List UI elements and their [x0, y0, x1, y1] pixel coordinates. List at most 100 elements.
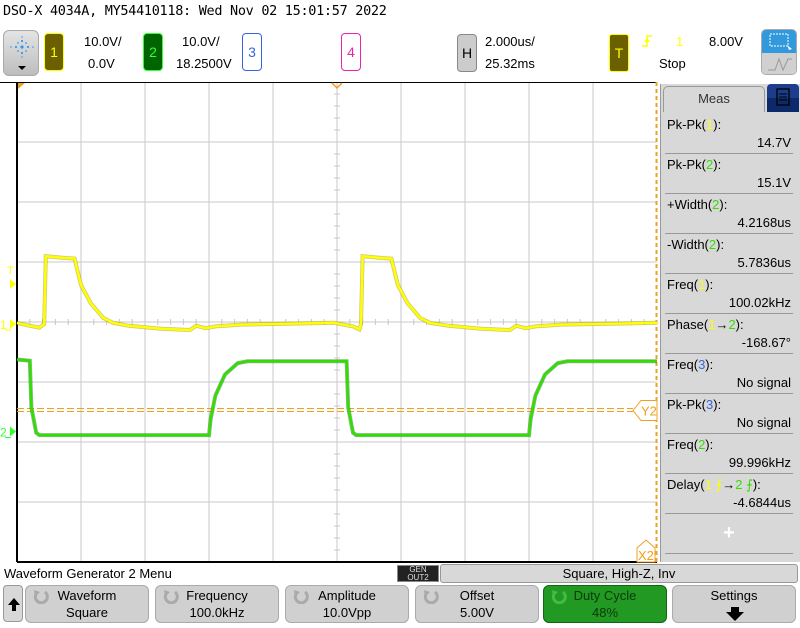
ch2-scale: 10.0V/: [182, 34, 220, 49]
softkey-label: Settings: [710, 588, 758, 603]
measurement-name: -Width(: [667, 237, 709, 252]
touch-mode-button[interactable]: [761, 29, 797, 75]
measurement-suffix: ):: [705, 277, 714, 292]
keysight-logo-icon: [10, 36, 34, 70]
measurement-suffix: ):: [705, 437, 714, 452]
measurement-source-2: 2 ⨍: [735, 477, 753, 492]
measurement-value: 99.996kHz: [728, 455, 791, 470]
meas-tab[interactable]: Meas: [663, 86, 765, 112]
channel-4-button[interactable]: 4: [341, 33, 361, 71]
measurement-suffix: ):: [705, 357, 714, 372]
measurement-item[interactable]: Freq(2): 99.996kHz: [665, 434, 793, 474]
waveform-display[interactable]: Y2 X2 1 2 T: [0, 81, 660, 564]
measurement-label: Phase(1→2):: [667, 317, 744, 332]
measurement-name: Freq(: [667, 357, 699, 372]
measurement-item[interactable]: Phase(1→2): -168.67°: [665, 314, 793, 354]
zoom-box-icon: [769, 33, 792, 50]
measurement-value: 15.1V: [757, 175, 791, 190]
measurement-value: -168.67°: [741, 335, 791, 350]
channel-1-button[interactable]: 1: [44, 33, 64, 71]
measurement-item[interactable]: Freq(3): No signal: [665, 354, 793, 394]
measurement-item[interactable]: Pk-Pk(2): 15.1V: [665, 154, 793, 194]
measurement-suffix: ):: [719, 197, 728, 212]
measurement-suffix: ):: [752, 477, 761, 492]
measurement-value: 100.02kHz: [728, 295, 791, 310]
measurement-name: Pk-Pk(: [667, 117, 706, 132]
trigger-left-marker: [18, 83, 25, 89]
ch1-ground-marker-icon: [10, 319, 16, 329]
main-menu-button[interactable]: [3, 30, 39, 76]
menu-list-icon: [776, 88, 790, 106]
measurement-label: -Width(2):: [667, 237, 724, 252]
measurement-list: Pk-Pk(1): 14.7V Pk-Pk(2): 15.1V +Width(2): 4.…: [665, 114, 793, 554]
softkey-frequency[interactable]: Frequency 100.0kHz: [155, 585, 279, 623]
softkey-offset[interactable]: Offset 5.00V: [415, 585, 539, 623]
arrow-down-icon: [726, 607, 744, 621]
softkey-label: Offset: [459, 588, 495, 603]
measurement-label: Pk-Pk(1):: [667, 117, 721, 132]
softkey-duty-cycle[interactable]: Duty Cycle 48%: [543, 585, 667, 623]
measurement-suffix: ):: [713, 157, 722, 172]
softkey-label: Frequency: [186, 588, 248, 603]
ch1-scale: 10.0V/: [84, 34, 122, 49]
cursor-x2-label: X2: [638, 548, 654, 563]
ch1-offset: 0.0V: [88, 56, 115, 71]
chevron-down-icon: [18, 66, 26, 70]
trigger-level-icon: [10, 279, 16, 289]
measurement-suffix: ):: [735, 317, 744, 332]
softkey-value: Square: [66, 605, 108, 620]
back-up-button[interactable]: [3, 585, 23, 622]
measurement-value: 4.2168us: [737, 215, 792, 230]
measurement-value: No signal: [736, 415, 791, 430]
meas-tab-label: Meas: [698, 91, 730, 106]
measurement-label: Freq(3):: [667, 357, 713, 372]
trigger-button[interactable]: T: [609, 34, 629, 72]
waveform-svg[interactable]: Y2X212T: [0, 81, 660, 564]
measurement-label: Pk-Pk(2):: [667, 157, 721, 172]
softkey-settings[interactable]: Settings: [672, 585, 796, 623]
ch2-ground-marker-icon: [10, 426, 16, 437]
softkey-amplitude[interactable]: Amplitude 10.0Vpp: [285, 585, 409, 623]
softkey-label: Duty Cycle: [573, 588, 637, 603]
horizontal-button[interactable]: H: [457, 34, 477, 72]
measurement-name: Freq(: [667, 277, 699, 292]
measurement-item[interactable]: Pk-Pk(3): No signal: [665, 394, 793, 434]
measurement-panel: Meas Pk-Pk(1): 14.7V Pk-Pk(2): 15.1V +Width(…: [660, 84, 800, 562]
measurement-label: Delay(1 ⨍→2 ⨍):: [667, 477, 761, 493]
waveform-drag-icon: [768, 57, 792, 72]
cursor-y2-label: Y2: [641, 404, 657, 419]
measurement-item[interactable]: Pk-Pk(1): 14.7V: [665, 114, 793, 154]
softkey-label: Amplitude: [318, 588, 376, 603]
channel-2-button[interactable]: 2: [143, 33, 163, 71]
horizontal-delay: 25.32ms: [485, 56, 535, 71]
measurement-value: No signal: [736, 375, 791, 390]
channel-3-button[interactable]: 3: [242, 33, 262, 71]
trigger-level: 8.00V: [709, 34, 743, 49]
waveform-gen-status: Square, High-Z, Inv: [440, 564, 798, 583]
measurement-suffix: ):: [713, 117, 722, 132]
measurement-source: 1 ⨍: [704, 477, 723, 492]
ch2-offset: 18.2500V: [176, 56, 232, 71]
add-measurement-button[interactable]: +: [665, 514, 793, 554]
meas-menu-button[interactable]: [767, 84, 799, 112]
softkey-label: Waveform: [57, 588, 117, 603]
measurement-name: Freq(: [667, 437, 699, 452]
measurement-name: Phase(: [667, 317, 709, 332]
measurement-suffix: ):: [713, 397, 722, 412]
measurement-suffix: ):: [716, 237, 725, 252]
softkey-value: 100.0kHz: [189, 605, 245, 620]
softkey-bar: Waveform Generator 2 Menu GEN OUT2 Squar…: [0, 563, 800, 623]
arrow-up-icon: [8, 598, 20, 611]
time-per-div: 2.000us/: [485, 34, 535, 49]
softkey-waveform[interactable]: Waveform Square: [25, 585, 149, 623]
measurement-item[interactable]: +Width(2): 4.2168us: [665, 194, 793, 234]
measurement-value: 5.7836us: [737, 255, 792, 270]
measurement-item[interactable]: Freq(1): 100.02kHz: [665, 274, 793, 314]
measurement-item[interactable]: -Width(2): 5.7836us: [665, 234, 793, 274]
measurement-item[interactable]: Delay(1 ⨍→2 ⨍): -4.6844us: [665, 474, 793, 514]
measurement-label: Freq(1):: [667, 277, 713, 292]
arrow-right-icon: →: [722, 477, 736, 492]
gen-out-indicator: GEN OUT2: [397, 565, 439, 582]
trigger-level-label: T: [7, 265, 14, 277]
measurement-name: Pk-Pk(: [667, 157, 706, 172]
